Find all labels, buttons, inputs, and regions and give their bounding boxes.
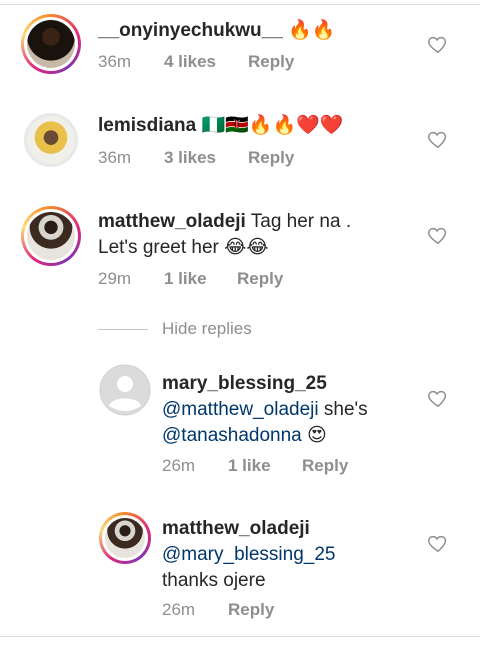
bottom-divider — [0, 636, 480, 637]
reply-button[interactable]: Reply — [237, 269, 283, 289]
likes-count[interactable]: 1 like — [164, 269, 237, 289]
hide-replies-divider — [98, 329, 148, 330]
man-portrait — [105, 518, 145, 558]
timestamp: 26m — [162, 600, 196, 619]
heart-outline-icon[interactable] — [427, 387, 449, 409]
reply-text: thanks ojere — [162, 570, 266, 591]
reply-text: she's — [318, 399, 368, 420]
timestamp: 36m — [98, 52, 132, 71]
comment-meta: 26m 1 like Reply — [162, 456, 348, 476]
default-user-icon — [99, 364, 151, 416]
top-divider — [0, 4, 480, 5]
username[interactable]: mary_blessing_25 — [162, 373, 327, 394]
username[interactable]: matthew_oladeji — [162, 518, 310, 539]
woman-yellow-braids — [27, 116, 75, 164]
heart-outline-icon[interactable] — [427, 128, 449, 150]
heart-outline-icon[interactable] — [427, 224, 449, 246]
likes-count[interactable]: 4 likes — [164, 52, 248, 72]
comment-body: lemisdiana 🇳🇬🇰🇪🔥🔥❤️❤️ — [98, 113, 343, 139]
avatar[interactable] — [21, 14, 81, 74]
reply-button[interactable]: Reply — [248, 52, 294, 72]
mention-link[interactable]: @mary_blessing_25 — [162, 544, 336, 565]
hide-replies-button[interactable]: Hide replies — [162, 319, 252, 339]
mention-link[interactable]: @matthew_oladeji — [162, 399, 319, 420]
heart-outline-icon[interactable] — [427, 33, 449, 55]
comment-meta: 26m Reply — [162, 600, 274, 620]
comment-text: 🇳🇬🇰🇪🔥🔥❤️❤️ — [201, 115, 344, 136]
likes-count[interactable]: 3 likes — [164, 148, 248, 168]
emoji: 😍 — [307, 425, 327, 446]
avatar[interactable] — [21, 206, 81, 266]
username[interactable]: lemisdiana — [98, 115, 196, 136]
avatar[interactable] — [99, 512, 151, 564]
comment-meta: 36m 3 likes Reply — [98, 148, 294, 168]
username[interactable]: matthew_oladeji — [98, 211, 246, 232]
reply-button[interactable]: Reply — [302, 456, 348, 476]
reply-button[interactable]: Reply — [228, 600, 274, 620]
comment-body: matthew_oladeji Tag her na . Let's greet… — [98, 209, 351, 261]
avatar[interactable] — [99, 364, 151, 416]
heart-outline-icon[interactable] — [427, 532, 449, 554]
comment-text: 🔥🔥 — [288, 20, 336, 41]
man-portrait — [27, 212, 75, 260]
timestamp: 36m — [98, 148, 132, 167]
timestamp: 29m — [98, 269, 132, 288]
timestamp: 26m — [162, 456, 196, 475]
comment-body: matthew_oladeji @mary_blessing_25 thanks… — [162, 516, 336, 594]
comment-text-line2: Let's greet her 😂😂 — [98, 237, 269, 258]
woman-portrait — [27, 20, 75, 68]
comment-text-line1: Tag her na . — [250, 211, 352, 232]
comment-body: __onyinyechukwu__ 🔥🔥 — [98, 18, 335, 44]
username[interactable]: __onyinyechukwu__ — [98, 20, 283, 41]
likes-count[interactable]: 1 like — [228, 456, 302, 476]
avatar[interactable] — [21, 110, 81, 170]
mention-link[interactable]: @tanashadonna — [162, 425, 302, 446]
comment-meta: 29m 1 like Reply — [98, 269, 283, 289]
comment-meta: 36m 4 likes Reply — [98, 52, 294, 72]
reply-button[interactable]: Reply — [248, 148, 294, 168]
comment-body: mary_blessing_25 @matthew_oladeji she's … — [162, 371, 368, 449]
